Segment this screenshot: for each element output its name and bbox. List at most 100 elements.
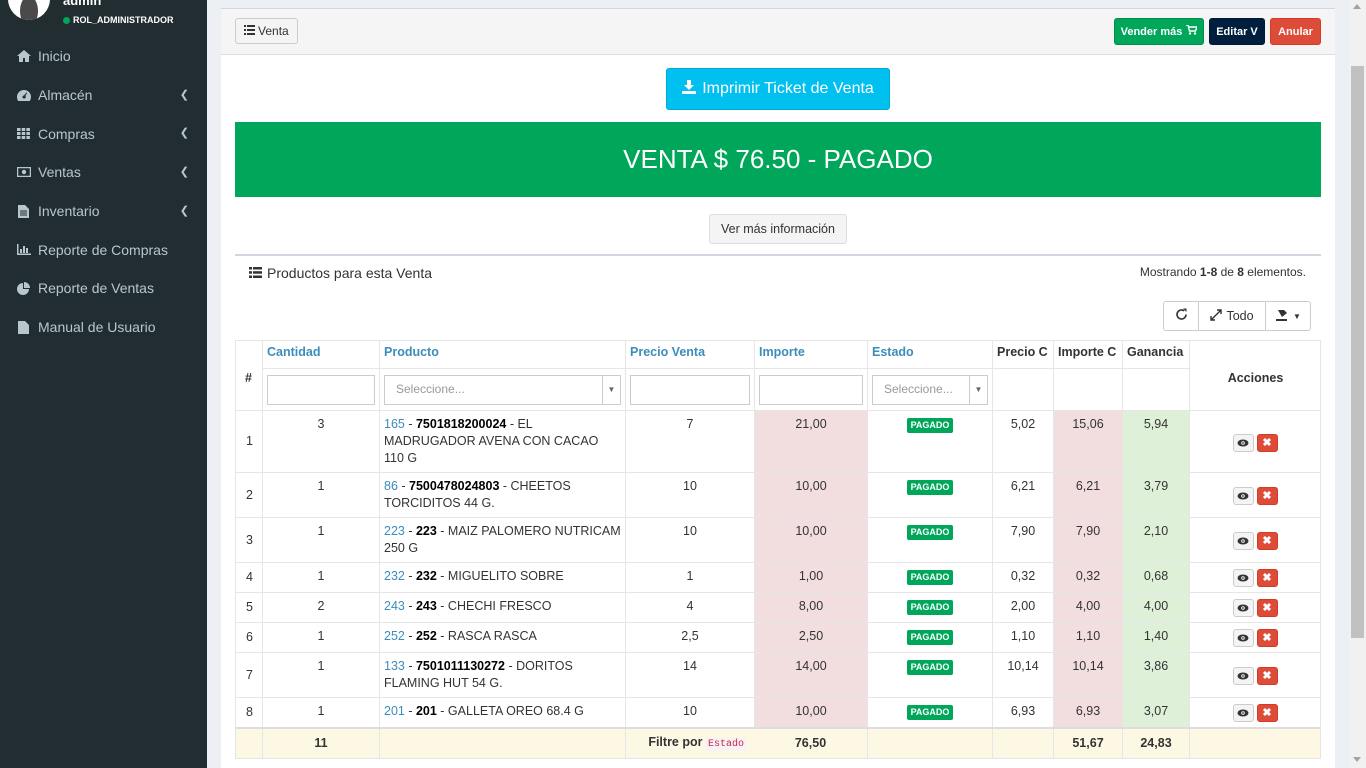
delete-button[interactable]: ✖ [1256,667,1278,685]
importe-cell: 14,00 [754,652,868,698]
scroll-up-arrow-icon[interactable] [1353,4,1361,9]
col-estado[interactable]: Estado [867,340,993,369]
importe-cell: 21,00 [754,410,868,473]
sidebar-item-manual[interactable]: Manual de Usuario [0,308,207,347]
anular-button[interactable]: Anular [1270,18,1321,45]
importe-cell: 1,00 [754,562,868,593]
sidebar-item-reporte-ventas[interactable]: Reporte de Ventas [0,269,207,308]
importe-filter-input[interactable] [759,374,863,405]
divider [235,254,1321,256]
view-button[interactable] [1232,599,1254,617]
cantidad-cell: 1 [262,622,380,653]
scrollbar-thumb[interactable] [1351,66,1364,638]
list-icon [249,265,262,281]
view-button[interactable] [1232,434,1254,452]
view-button[interactable] [1232,532,1254,550]
row-index: 5 [235,592,263,623]
producto-cell: 252 - 252 - RASCA RASCA [379,622,626,653]
precio-venta-cell: 2,5 [625,622,755,653]
user-role-label: ROL_ADMINISTRADOR [73,15,174,25]
more-info-button[interactable]: Ver más información [709,214,847,244]
cantidad-filter-input[interactable] [267,374,375,405]
delete-button[interactable]: ✖ [1256,532,1278,550]
print-ticket-button[interactable]: Imprimir Ticket de Venta [666,68,890,110]
estado-cell: PAGADO [867,472,993,518]
print-ticket-label: Imprimir Ticket de Venta [702,80,874,97]
summary-total: 8 [1237,265,1244,279]
grid-toolbar: Todo ▼ [1163,301,1311,331]
col-importe-c: Importe C [1053,340,1123,369]
refresh-icon [1175,308,1188,324]
precio-venta-cell: 10 [625,472,755,518]
delete-button[interactable]: ✖ [1256,434,1278,452]
sidebar-item-label: Reporte de Ventas [38,280,154,297]
cantidad-cell: 1 [262,517,380,563]
delete-button[interactable]: ✖ [1256,599,1278,617]
sidebar-item-almacen[interactable]: Almacén ❮ [0,76,207,115]
caret-down-icon: ▼ [602,375,620,404]
table-row: 8 1 201 - 201 - GALLETA OREO 68.4 G 10 1… [235,697,1321,729]
precio-venta-filter-input[interactable] [630,374,750,405]
estado-filter-select[interactable]: Seleccione... ▼ [872,374,988,405]
ganancia-cell: 1,40 [1122,622,1190,653]
importe-c-cell: 1,10 [1053,622,1123,653]
product-code: 7501818200024 [415,417,507,431]
close-icon: ✖ [1262,436,1272,449]
importe-c-cell: 10,14 [1053,652,1123,698]
col-precio-venta[interactable]: Precio Venta [625,340,755,369]
sidebar-item-compras[interactable]: Compras ❮ [0,114,207,153]
product-id: 223 [384,524,405,538]
status-badge: PAGADO [906,525,954,540]
refresh-button[interactable] [1164,302,1199,330]
vender-mas-button[interactable]: Vender más [1114,18,1204,45]
status-badge: PAGADO [906,418,954,433]
producto-filter-select[interactable]: Seleccione... ▼ [384,374,621,405]
total-cantidad: 11 [262,727,380,759]
page-scrollbar[interactable] [1349,0,1366,768]
sidebar-item-ventas[interactable]: Ventas ❮ [0,153,207,192]
acciones-cell: ✖ [1189,652,1321,698]
delete-button[interactable]: ✖ [1256,629,1278,647]
list-icon [244,24,255,38]
table-row: 1 3 165 - 7501818200024 - EL MADRUGADOR … [235,410,1321,473]
view-button[interactable] [1232,487,1254,505]
importe-cell: 10,00 [754,472,868,518]
delete-button[interactable]: ✖ [1256,487,1278,505]
acciones-cell: ✖ [1189,472,1321,518]
status-badge: PAGADO [906,570,954,585]
product-name: - GALLETA OREO 68.4 G [436,704,584,718]
chevron-left-icon: ❮ [179,88,189,101]
col-cantidad[interactable]: Cantidad [262,340,380,369]
col-importe[interactable]: Importe [754,340,868,369]
view-button[interactable] [1232,629,1254,647]
ganancia-cell: 3,07 [1122,697,1190,729]
show-all-button[interactable]: Todo [1199,302,1266,330]
editar-venta-button[interactable]: Editar V [1209,18,1265,45]
table-row: 4 1 232 - 232 - MIGUELITO SOBRE 1 1,00 P… [235,562,1321,593]
scroll-down-arrow-icon[interactable] [1353,757,1361,762]
ganancia-cell: 0,68 [1122,562,1190,593]
view-button[interactable] [1232,704,1254,722]
delete-button[interactable]: ✖ [1256,569,1278,587]
avatar [8,0,50,20]
view-button[interactable] [1232,667,1254,685]
importe-cell: 2,50 [754,622,868,653]
col-producto[interactable]: Producto [379,340,626,369]
view-button[interactable] [1232,569,1254,587]
sidebar-item-inventario[interactable]: Inventario ❮ [0,192,207,231]
export-dropdown-button[interactable]: ▼ [1266,302,1310,330]
row-index: 7 [235,652,263,698]
precio-c-cell: 6,21 [992,472,1054,518]
producto-cell: 223 - 223 - MAIZ PALOMERO NUTRICAM 250 G [379,517,626,563]
sidebar-item-inicio[interactable]: Inicio [0,37,207,76]
acciones-cell: ✖ [1189,592,1321,623]
venta-button[interactable]: Venta [235,18,298,44]
sidebar-item-reporte-compras[interactable]: Reporte de Compras [0,230,207,269]
importe-cell: 8,00 [754,592,868,623]
acciones-cell: ✖ [1189,410,1321,473]
producto-cell: 133 - 7501011130272 - DORITOS FLAMING HU… [379,652,626,698]
cantidad-cell: 1 [262,562,380,593]
grid-icon [16,128,31,140]
row-index: 1 [235,410,263,473]
delete-button[interactable]: ✖ [1256,704,1278,722]
